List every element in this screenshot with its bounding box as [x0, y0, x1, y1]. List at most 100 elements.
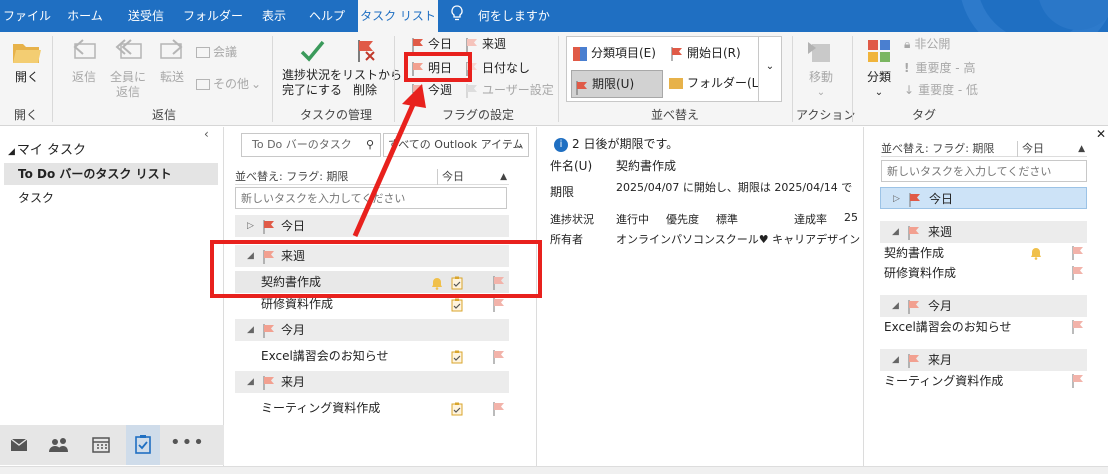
arrange-folder[interactable]: フォルダー(L) [669, 73, 763, 93]
group-label-tags: タグ [911, 108, 936, 122]
calendar-icon[interactable] [86, 425, 116, 465]
arrange-start-date[interactable]: 開始日(R) [671, 43, 741, 63]
low-importance-button[interactable]: ↓ 重要度 - 低 [904, 80, 978, 100]
search-scope-dropdown[interactable]: すべての Outlook アイテム ⌄ [383, 133, 529, 157]
task-row[interactable]: Excel講習会のお知らせ [235, 345, 509, 367]
flag-no-date-label: 日付なし [482, 61, 531, 75]
collapse-arrow-icon[interactable]: ◢ [892, 295, 899, 317]
tab-task-list[interactable]: タスク リスト [358, 0, 438, 32]
task-title: ミーティング資料作成 [261, 401, 381, 415]
task-group-header[interactable]: ▷ 今日 [235, 215, 509, 237]
todo-group-header[interactable]: ◢ 今月 [880, 295, 1087, 317]
reply-label: 返信 [71, 70, 96, 84]
mark-complete-button[interactable]: 進捗状況を 完了にする [280, 38, 344, 98]
task-group-header[interactable]: ◢ 今月 [235, 319, 509, 341]
mail-icon[interactable] [4, 425, 34, 465]
categorize-button[interactable]: 分類 ⌄ [860, 38, 898, 100]
collapse-arrow-icon[interactable]: ◢ [892, 349, 899, 371]
meeting-button[interactable]: 会議 [196, 42, 237, 62]
todo-task-row[interactable]: 契約書作成 [880, 243, 1087, 263]
tell-me-box[interactable]: 何をしますか [450, 0, 560, 32]
task-type-icon [451, 297, 463, 319]
move-label: 移動 [808, 70, 833, 84]
tasks-icon[interactable] [126, 425, 160, 465]
more-modules-icon[interactable]: ••• [170, 425, 204, 465]
search-scope-label: すべての Outlook アイテム [388, 138, 524, 151]
todo-task-row[interactable]: 研修資料作成 [880, 263, 1087, 283]
owner-value: オンラインパソコンスクール♥ キャリアデザイン [616, 233, 861, 246]
todo-sort-label: 並べ替え: フラグ: 期限 [881, 142, 995, 155]
group-separator [558, 36, 559, 122]
new-task-input[interactable] [235, 187, 507, 209]
group-label-arrangement: 並べ替え [650, 108, 699, 122]
tab-help[interactable]: ヘルプ [302, 0, 352, 32]
collapse-arrow-icon[interactable]: ◢ [892, 221, 899, 243]
more-respond-button[interactable]: その他 ⌄ [196, 74, 261, 94]
todo-task-row[interactable]: ミーティング資料作成 [880, 371, 1087, 391]
flag-no-date-button[interactable]: 日付なし [466, 58, 530, 78]
task-flag-icon[interactable] [1072, 320, 1084, 340]
banner-text: 2 日後が期限です。 [572, 137, 679, 151]
task-type-icon [451, 349, 463, 371]
collapse-arrow-icon[interactable]: ◢ [247, 371, 254, 393]
sort-value: 今日 [437, 169, 464, 185]
task-flag-icon[interactable] [493, 297, 505, 319]
todo-group-header[interactable]: ◢ 来週 [880, 221, 1087, 243]
reply-button[interactable]: 返信 [64, 38, 104, 85]
close-todo-bar-button[interactable]: ✕ [1096, 127, 1106, 141]
tab-file[interactable]: ファイル [0, 0, 54, 32]
flag-this-week-button[interactable]: 今週 [412, 80, 452, 100]
expand-arrow-icon[interactable]: ▷ [893, 188, 900, 210]
chevron-down-icon: ⌄ [765, 61, 775, 72]
group-name: 今日 [281, 219, 306, 233]
todo-group-header[interactable]: ◢ 来月 [880, 349, 1087, 371]
status-label: 進捗状況 [550, 213, 594, 226]
task-group-header[interactable]: ◢ 来月 [235, 371, 509, 393]
tab-view[interactable]: 表示 [252, 0, 296, 32]
task-flag-icon[interactable] [493, 349, 505, 371]
reply-icon [64, 38, 104, 70]
todo-new-task-input[interactable] [881, 160, 1087, 182]
arrange-categories[interactable]: 分類項目(E) [573, 43, 656, 63]
gallery-more-button[interactable]: ⌄ [758, 36, 782, 102]
tab-folder[interactable]: フォルダー [180, 0, 246, 32]
high-importance-button[interactable]: ! 重要度 - 高 [904, 58, 975, 78]
search-box[interactable]: To Do バーのタスク ⚲ [241, 133, 381, 157]
task-flag-icon[interactable] [1072, 374, 1084, 394]
collapse-arrow-icon[interactable]: ◢ [247, 319, 254, 341]
group-name: 来週 [928, 225, 953, 239]
info-icon: i [554, 137, 568, 152]
move-button[interactable]: 移動 ⌄ [800, 38, 842, 100]
arrange-due-date[interactable]: 期限(U) [571, 70, 663, 98]
collapse-pane-button[interactable]: ‹ [204, 127, 209, 141]
my-tasks-header[interactable]: ◢ マイ タスク [8, 139, 86, 158]
task-flag-icon[interactable] [1072, 266, 1084, 286]
remove-from-list-button[interactable]: リストから 削除 [342, 38, 402, 98]
flag-custom-button[interactable]: ユーザー設定 [466, 80, 554, 100]
categories-icon [573, 46, 587, 61]
expand-arrow-icon[interactable]: ▷ [247, 215, 254, 237]
task-flag-icon[interactable] [493, 401, 505, 423]
task-row[interactable]: ミーティング資料作成 [235, 397, 509, 419]
todo-group-header[interactable]: ▷ 今日 [880, 187, 1087, 209]
forward-button[interactable]: 転送 [152, 38, 192, 85]
todo-sort-header[interactable]: 並べ替え: フラグ: 期限 今日 ▲ [881, 141, 1087, 157]
people-icon[interactable] [44, 425, 74, 465]
reply-all-button[interactable]: 全員に 返信 [108, 38, 148, 100]
ribbon-tab-bar: ファイル ホーム 送受信 フォルダー 表示 ヘルプ タスク リスト 何をしますか [0, 0, 1108, 32]
low-importance-label: 重要度 - 低 [918, 83, 979, 97]
open-button[interactable]: 開く [8, 38, 46, 90]
folder-pane: ‹ ◢ マイ タスク To Do バーのタスク リスト タスク ••• [0, 127, 224, 474]
group-separator [394, 36, 395, 122]
private-button[interactable]: 🔒︎ 非公開 [904, 34, 950, 54]
sort-header[interactable]: 並べ替え: フラグ: 期限 今日 ▲ [235, 169, 509, 185]
nav-item-todo-list[interactable]: To Do バーのタスク リスト [4, 163, 218, 185]
flag-today-button[interactable]: 今日 [412, 34, 452, 54]
flag-next-week-button[interactable]: 来週 [466, 34, 506, 54]
mark-complete-label-2: 完了にする [281, 83, 343, 97]
tab-home[interactable]: ホーム [58, 0, 112, 32]
todo-task-row[interactable]: Excel講習会のお知らせ [880, 317, 1087, 337]
todo-sort-value: 今日 [1017, 141, 1044, 157]
nav-item-tasks[interactable]: タスク [4, 187, 218, 209]
tab-send-receive[interactable]: 送受信 [118, 0, 174, 32]
